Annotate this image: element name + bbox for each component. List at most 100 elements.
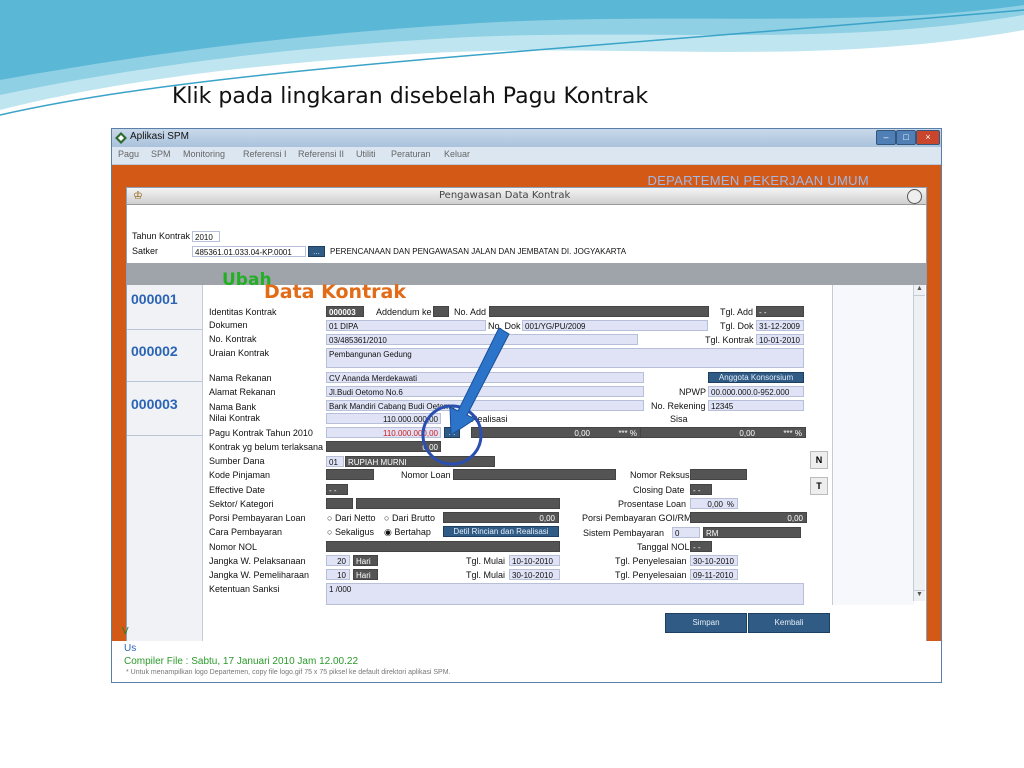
side-button-t[interactable]: T <box>810 477 828 495</box>
menu-monitoring[interactable]: Monitoring <box>183 149 225 159</box>
prosentase-loan-field[interactable]: 0,00% <box>690 498 738 509</box>
nomor-reksus-field[interactable] <box>690 469 747 480</box>
tgl-add-field[interactable]: - - <box>756 306 804 317</box>
menu-keluar[interactable]: Keluar <box>444 149 470 159</box>
tahun-kontrak-field[interactable]: 2010 <box>192 231 220 242</box>
dari-netto-radio[interactable]: ○ Dari Netto <box>327 513 375 523</box>
kembali-button[interactable]: Kembali <box>748 613 830 633</box>
sisa-value: 0,00 <box>739 429 755 438</box>
sisa-field[interactable]: 0,00 *** % <box>640 427 806 438</box>
vertical-scrollbar[interactable]: ▲ ▼ <box>913 285 925 601</box>
list-item[interactable]: 000003 <box>131 396 178 412</box>
prosentase-loan-percent: % <box>726 500 734 509</box>
porsi-loan-label: Porsi Pembayaran Loan <box>209 513 306 523</box>
menu-peraturan[interactable]: Peraturan <box>391 149 431 159</box>
anggota-konsorsium-button[interactable]: Anggota Konsorsium <box>708 372 804 383</box>
belum-terlaksana-label: Kontrak yg belum terlaksana <box>209 442 324 452</box>
nomor-reksus-label: Nomor Reksus <box>630 470 690 480</box>
close-button[interactable]: × <box>916 130 940 145</box>
contract-list: 000001 000002 000003 <box>127 285 203 645</box>
tgl-penyelesaian-1-label: Tgl. Penyelesaian <box>615 556 687 566</box>
jangka-pelaksanaan-field[interactable]: 20 <box>326 555 350 566</box>
nilai-kontrak-label: Nilai Kontrak <box>209 413 261 423</box>
menu-spm[interactable]: SPM <box>151 149 171 159</box>
pointer-arrow-icon <box>449 327 510 436</box>
right-list-panel: N T <box>810 285 914 605</box>
rekanan-label: Nama Rekanan <box>209 373 272 383</box>
no-add-field[interactable] <box>489 306 709 317</box>
list-item[interactable]: 000002 <box>131 343 178 359</box>
app-window: Aplikasi SPM – □ × Pagu SPM Monitoring R… <box>111 128 942 683</box>
identitas-label: Identitas Kontrak <box>209 307 277 317</box>
nomor-nol-field[interactable] <box>326 541 560 552</box>
menu-pagu[interactable]: Pagu <box>118 149 139 159</box>
sekaligus-radio[interactable]: ○ Sekaligus <box>327 527 374 537</box>
scroll-up-icon[interactable]: ▲ <box>914 285 925 296</box>
uraian-field[interactable]: Pembangunan Gedung <box>326 348 804 368</box>
addendum-field[interactable] <box>433 306 449 317</box>
jangka-pelaksanaan-label: Jangka W. Pelaksanaan <box>209 556 306 566</box>
tgl-mulai-1-label: Tgl. Mulai <box>466 556 506 566</box>
tgl-mulai-1-field[interactable]: 10-10-2010 <box>509 555 560 566</box>
kode-pinjaman-field[interactable] <box>326 469 374 480</box>
ketentuan-sanksi-field[interactable]: 1 /000 <box>326 583 804 605</box>
tgl-mulai-2-label: Tgl. Mulai <box>466 570 506 580</box>
sumber-dana-code-field[interactable]: 01 <box>326 456 344 467</box>
simpan-button[interactable]: Simpan <box>665 613 747 633</box>
department-logo-icon: ♔ <box>133 190 143 202</box>
tgl-penyelesaian-2-label: Tgl. Penyelesaian <box>615 570 687 580</box>
satker-code-field[interactable]: 485361.01.033.04-KP.0001 <box>192 246 306 257</box>
effective-date-label: Effective Date <box>209 485 265 495</box>
tgl-mulai-2-field[interactable]: 30-10-2010 <box>509 569 560 580</box>
satker-lookup-button[interactable]: ... <box>308 246 325 257</box>
dari-netto-label: Dari Netto <box>334 513 376 523</box>
sektor-label: Sektor/ Kategori <box>209 499 274 509</box>
dari-brutto-radio[interactable]: ○ Dari Brutto <box>384 513 435 523</box>
menu-referensi-2[interactable]: Referensi II <box>298 149 344 159</box>
tgl-penyelesaian-1-field[interactable]: 30-10-2010 <box>690 555 738 566</box>
identitas-field[interactable]: 000003 <box>326 306 364 317</box>
maximize-button[interactable]: □ <box>896 130 916 145</box>
sistem-field[interactable]: RM <box>703 527 801 538</box>
side-button-n[interactable]: N <box>810 451 828 469</box>
contract-window-titlebar: ♔ Pengawasan Data Kontrak <box>127 188 926 205</box>
detil-rincian-button[interactable]: Detil Rincian dan Realisasi <box>443 526 559 537</box>
dokumen-label: Dokumen <box>209 320 248 330</box>
realisasi-percent: *** % <box>618 429 637 438</box>
minimize-button[interactable]: – <box>876 130 896 145</box>
sektor-code-field[interactable] <box>326 498 353 509</box>
tgl-penyelesaian-2-field[interactable]: 09-11-2010 <box>690 569 738 580</box>
jangka-pemeliharaan-field[interactable]: 10 <box>326 569 350 580</box>
window-close-icon[interactable] <box>907 189 922 204</box>
kode-pinjaman-label: Kode Pinjaman <box>209 470 271 480</box>
effective-date-field[interactable]: - - <box>326 484 348 495</box>
satker-label: Satker <box>132 246 159 256</box>
contract-window: ♔ Pengawasan Data Kontrak Tahun Kontrak … <box>126 187 927 679</box>
porsi-loan-field[interactable]: 0,00 <box>443 512 559 523</box>
no-add-label: No. Add <box>454 307 487 317</box>
scroll-down-icon[interactable]: ▼ <box>914 590 925 601</box>
bertahap-radio[interactable]: ◉ Bertahap <box>384 527 431 538</box>
npwp-label: NPWP <box>679 387 706 397</box>
menu-utiliti[interactable]: Utiliti <box>356 149 376 159</box>
tgl-dok-field[interactable]: 31-12-2009 <box>756 320 804 331</box>
addendum-label: Addendum ke <box>376 307 432 317</box>
row-divider <box>127 329 202 330</box>
npwp-field[interactable]: 00.000.000.0-952.000 <box>708 386 804 397</box>
status-area: V Us Compiler File : Sabtu, 17 Januari 2… <box>112 626 941 682</box>
no-dok-field[interactable]: 001/YG/PU/2009 <box>522 320 708 331</box>
list-item[interactable]: 000001 <box>131 291 178 307</box>
tgl-kontrak-field[interactable]: 10-01-2010 <box>756 334 804 345</box>
compiler-info: Compiler File : Sabtu, 17 Januari 2010 J… <box>124 656 359 667</box>
sistem-code-field[interactable]: 0 <box>672 527 700 538</box>
no-rekening-field[interactable]: 12345 <box>708 400 804 411</box>
main-area: DEPARTEMEN PEKERJAAN UMUM ♔ Pengawasan D… <box>112 165 941 682</box>
uraian-label: Uraian Kontrak <box>209 348 270 358</box>
porsi-goi-field[interactable]: 0,00 <box>690 512 807 523</box>
sektor-field[interactable] <box>356 498 560 509</box>
no-rekening-label: No. Rekening <box>651 401 706 411</box>
tanggal-nol-field[interactable]: - - <box>690 541 712 552</box>
closing-date-field[interactable]: - - <box>690 484 712 495</box>
menu-referensi-1[interactable]: Referensi I <box>243 149 287 159</box>
tgl-add-label: Tgl. Add <box>720 307 754 317</box>
